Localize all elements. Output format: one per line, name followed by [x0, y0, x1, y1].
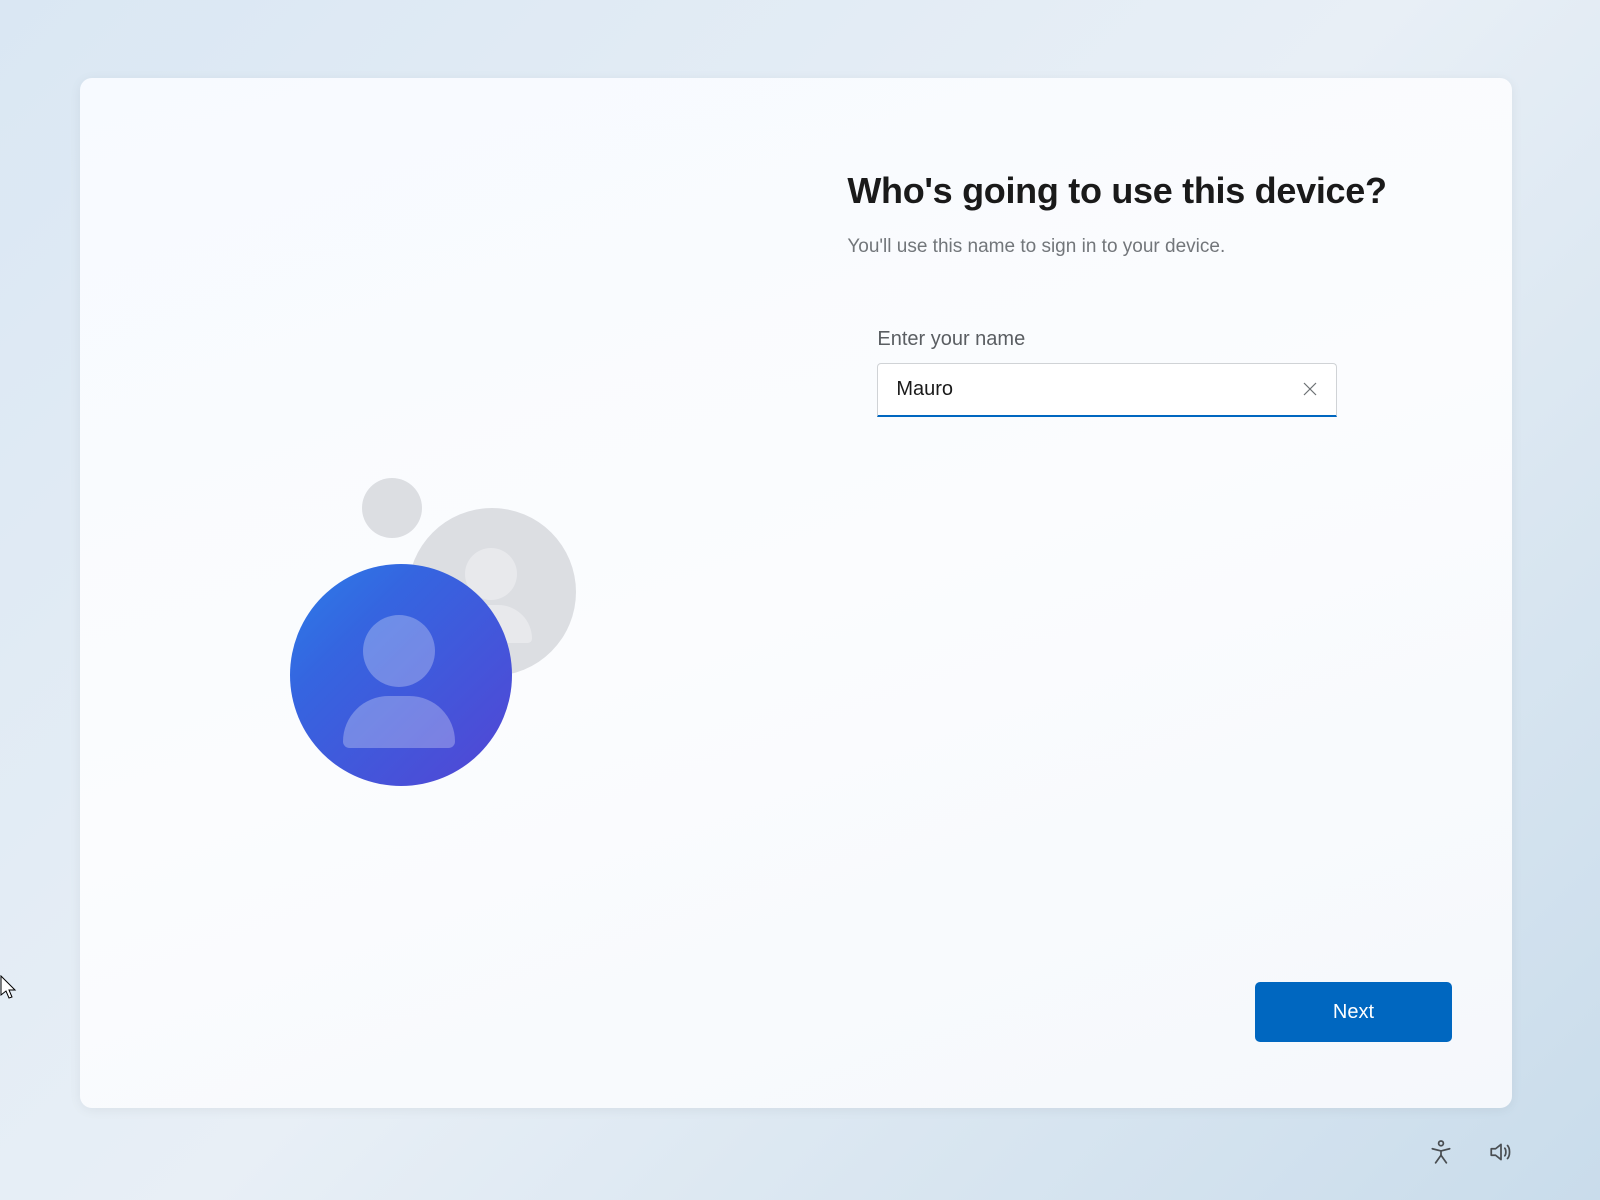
decorative-dot [362, 478, 422, 538]
name-input[interactable] [877, 363, 1337, 417]
input-wrapper [877, 363, 1337, 417]
clear-input-button[interactable] [1297, 377, 1323, 403]
form-panel: Who's going to use this device? You'll u… [767, 78, 1512, 1108]
foreground-avatar-icon [290, 564, 512, 786]
illustration-panel [80, 78, 767, 1108]
accessibility-button[interactable] [1427, 1140, 1455, 1168]
mouse-cursor-icon [0, 975, 20, 1001]
name-input-label: Enter your name [877, 328, 1407, 351]
name-input-section: Enter your name [877, 328, 1407, 417]
volume-icon [1488, 1139, 1514, 1170]
page-heading: Who's going to use this device? [847, 170, 1407, 212]
user-avatar-illustration [285, 478, 685, 838]
setup-card: Who's going to use this device? You'll u… [80, 78, 1512, 1108]
system-tray [1427, 1140, 1515, 1168]
close-icon [1302, 381, 1318, 400]
next-button[interactable]: Next [1255, 982, 1452, 1042]
volume-button[interactable] [1487, 1140, 1515, 1168]
accessibility-icon [1428, 1139, 1454, 1170]
page-subtitle: You'll use this name to sign in to your … [847, 236, 1407, 258]
